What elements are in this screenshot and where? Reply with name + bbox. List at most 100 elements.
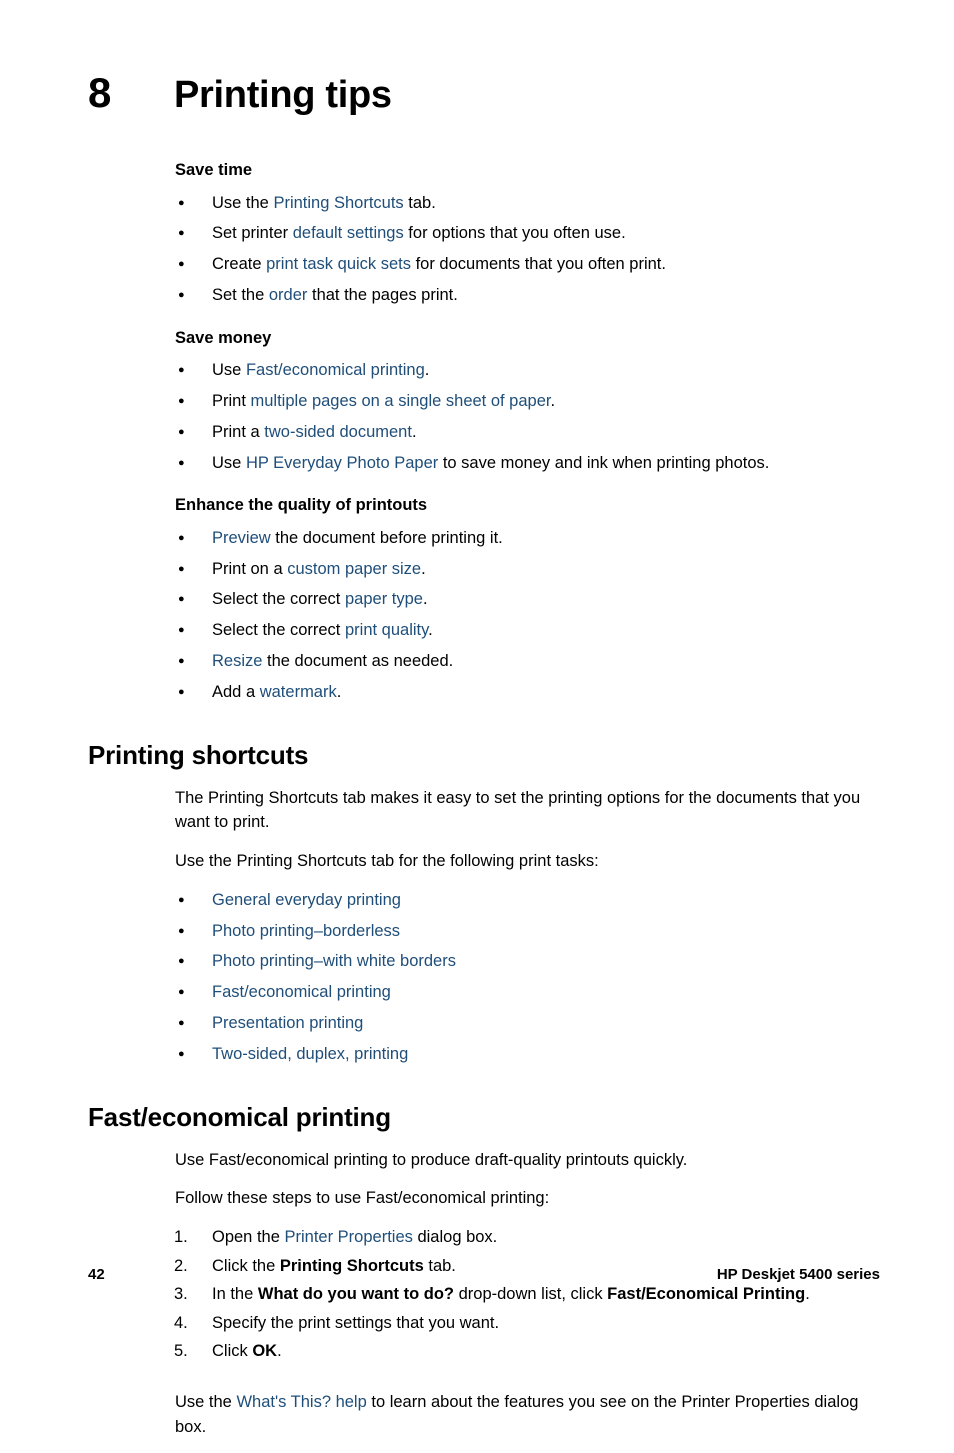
subheading-save-money: Save money <box>175 328 272 347</box>
hyperlink[interactable]: Printing Shortcuts <box>273 194 403 212</box>
step-item: 1. Open the Printer Properties dialog box… <box>0 1225 954 1251</box>
fast-economical-closing-paragraph: Use the What's This? help to learn about… <box>175 1390 875 1440</box>
list-item: Set the order that the pages print. <box>0 283 954 308</box>
printing-shortcuts-paragraph-2: Use the Printing Shortcuts tab for the f… <box>175 852 599 871</box>
step-number: 4. <box>174 1313 188 1332</box>
list-enhance-quality: Preview the document before printing it.… <box>0 526 954 705</box>
list-item: Fast/economical printing <box>0 980 954 1005</box>
list-item-text: that the pages print. <box>307 285 458 304</box>
hyperlink[interactable]: default settings <box>293 224 404 242</box>
list-item-text: Use the <box>212 193 274 212</box>
hyperlink[interactable]: Fast/economical printing <box>212 983 391 1001</box>
page-footer: 42 HP Deskjet 5400 series <box>88 1266 880 1283</box>
chapter-number: 8 <box>88 69 112 116</box>
list-item-text: Select the correct <box>212 621 345 640</box>
step-text: Click <box>212 1342 253 1361</box>
list-item: Presentation printing <box>0 1011 954 1036</box>
step-text: dialog box. <box>412 1228 498 1246</box>
list-item-text: . <box>424 361 430 380</box>
hyperlink[interactable]: paper type <box>345 590 423 608</box>
hyperlink[interactable]: Resize <box>212 652 262 670</box>
hyperlink[interactable]: multiple pages on a single sheet of pape… <box>251 392 551 410</box>
list-fast-economical-steps: 1. Open the Printer Properties dialog box… <box>0 1225 954 1365</box>
list-item-text: Use <box>212 453 246 472</box>
list-printing-shortcut-links: General everyday printing Photo printing–… <box>0 888 954 1067</box>
list-item-text: Add a <box>212 682 260 701</box>
footer-page-number: 42 <box>88 1266 105 1283</box>
list-item-text: . <box>550 392 556 410</box>
list-item: Print a two-sided document. <box>0 420 954 445</box>
list-item: Photo printing–borderless <box>0 919 954 944</box>
list-item-text: . <box>421 559 426 578</box>
section-heading-fast-economical-printing: Fast/economical printing <box>88 1102 391 1133</box>
list-item: Set printer default settings for options… <box>0 221 954 246</box>
hyperlink[interactable]: order <box>269 286 308 304</box>
hyperlink[interactable]: What's This? help <box>236 1393 366 1411</box>
step-text: drop-down list, click <box>454 1285 608 1304</box>
step-emphasis: What do you want to do? <box>257 1285 455 1304</box>
list-item-text: Use <box>212 361 246 380</box>
list-item-text: Print a <box>212 422 265 441</box>
chapter-header: 8 Printing tips <box>88 69 392 116</box>
list-save-time: Use the Printing Shortcuts tab. Set print… <box>0 191 954 308</box>
list-item: Two-sided, duplex, printing <box>0 1042 954 1067</box>
list-item: Use HP Everyday Photo Paper to save mone… <box>0 451 954 476</box>
list-item: Preview the document before printing it. <box>0 526 954 551</box>
subheading-save-time: Save time <box>175 161 253 179</box>
list-item: Photo printing–with white borders <box>0 949 954 974</box>
fast-economical-paragraph-2: Follow these steps to use Fast/economica… <box>175 1189 550 1208</box>
step-text: Specify the print settings that you want… <box>212 1313 500 1332</box>
list-item-text: Print on a <box>212 559 288 578</box>
list-item: Select the correct paper type. <box>0 587 954 612</box>
hyperlink[interactable]: print task quick sets <box>266 255 411 273</box>
list-item: Use the Printing Shortcuts tab. <box>0 191 954 216</box>
step-emphasis: OK <box>252 1342 278 1361</box>
hyperlink[interactable]: Photo printing–with white borders <box>212 952 456 970</box>
footer-product-name: HP Deskjet 5400 series <box>716 1266 880 1283</box>
hyperlink[interactable]: Preview <box>212 529 271 547</box>
hyperlink[interactable]: General everyday printing <box>212 891 401 909</box>
step-text: . <box>805 1285 810 1304</box>
paragraph-text: Use the <box>175 1392 237 1411</box>
list-item-text: Print <box>212 392 251 410</box>
hyperlink[interactable]: custom paper size <box>287 560 421 578</box>
step-number: 5. <box>174 1342 188 1361</box>
list-item: Select the correct print quality. <box>0 618 954 643</box>
list-item: Create print task quick sets for documen… <box>0 252 954 277</box>
hyperlink[interactable]: watermark <box>260 683 337 701</box>
hyperlink[interactable]: print quality <box>345 621 428 639</box>
hyperlink[interactable]: Two-sided, duplex, printing <box>212 1045 408 1063</box>
fast-economical-paragraph-1: Use Fast/economical printing to produce … <box>175 1150 688 1169</box>
document-page: 8 Printing tips Save time Use the Printi… <box>0 0 954 1436</box>
list-item: Print multiple pages on a single sheet o… <box>0 389 954 414</box>
step-emphasis: Fast/Economical Printing <box>607 1285 806 1304</box>
step-item: 5. Click OK. <box>0 1339 954 1365</box>
hyperlink[interactable]: Photo printing–borderless <box>212 922 400 940</box>
list-item: Print on a custom paper size. <box>0 557 954 582</box>
hyperlink[interactable]: Fast/economical printing <box>246 361 425 379</box>
list-item-text: Create <box>212 255 267 274</box>
list-item-text: the document as needed. <box>262 651 454 670</box>
list-item-text: Set the <box>212 285 269 304</box>
printing-shortcuts-paragraph-1: The Printing Shortcuts tab makes it easy… <box>175 788 861 832</box>
list-item-text: to save money and ink when printing phot… <box>438 453 770 472</box>
step-number: 1. <box>174 1228 188 1246</box>
list-item: General everyday printing <box>0 888 954 913</box>
hyperlink[interactable]: Printer Properties <box>284 1228 412 1246</box>
chapter-title: Printing tips <box>174 74 392 116</box>
list-item-text: the document before printing it. <box>270 528 503 547</box>
step-text: Open the <box>212 1228 285 1246</box>
hyperlink[interactable]: two-sided document <box>264 423 412 441</box>
list-item-text: . <box>411 422 417 441</box>
section-heading-printing-shortcuts: Printing shortcuts <box>88 740 309 771</box>
list-item-text: for options that you often use. <box>403 224 626 243</box>
list-item: Add a watermark. <box>0 680 954 705</box>
step-item: 4. Specify the print settings that you wa… <box>0 1311 954 1337</box>
list-item-text: Select the correct <box>212 590 345 609</box>
hyperlink[interactable]: Presentation printing <box>212 1014 363 1032</box>
document-content: Save time Use the Printing Shortcuts tab… <box>0 160 954 1453</box>
list-item-text: Set printer <box>212 224 293 243</box>
hyperlink[interactable]: HP Everyday Photo Paper <box>246 454 438 472</box>
step-text: In the <box>212 1285 258 1304</box>
list-save-money: Use Fast/economical printing.Print multi… <box>0 358 954 475</box>
